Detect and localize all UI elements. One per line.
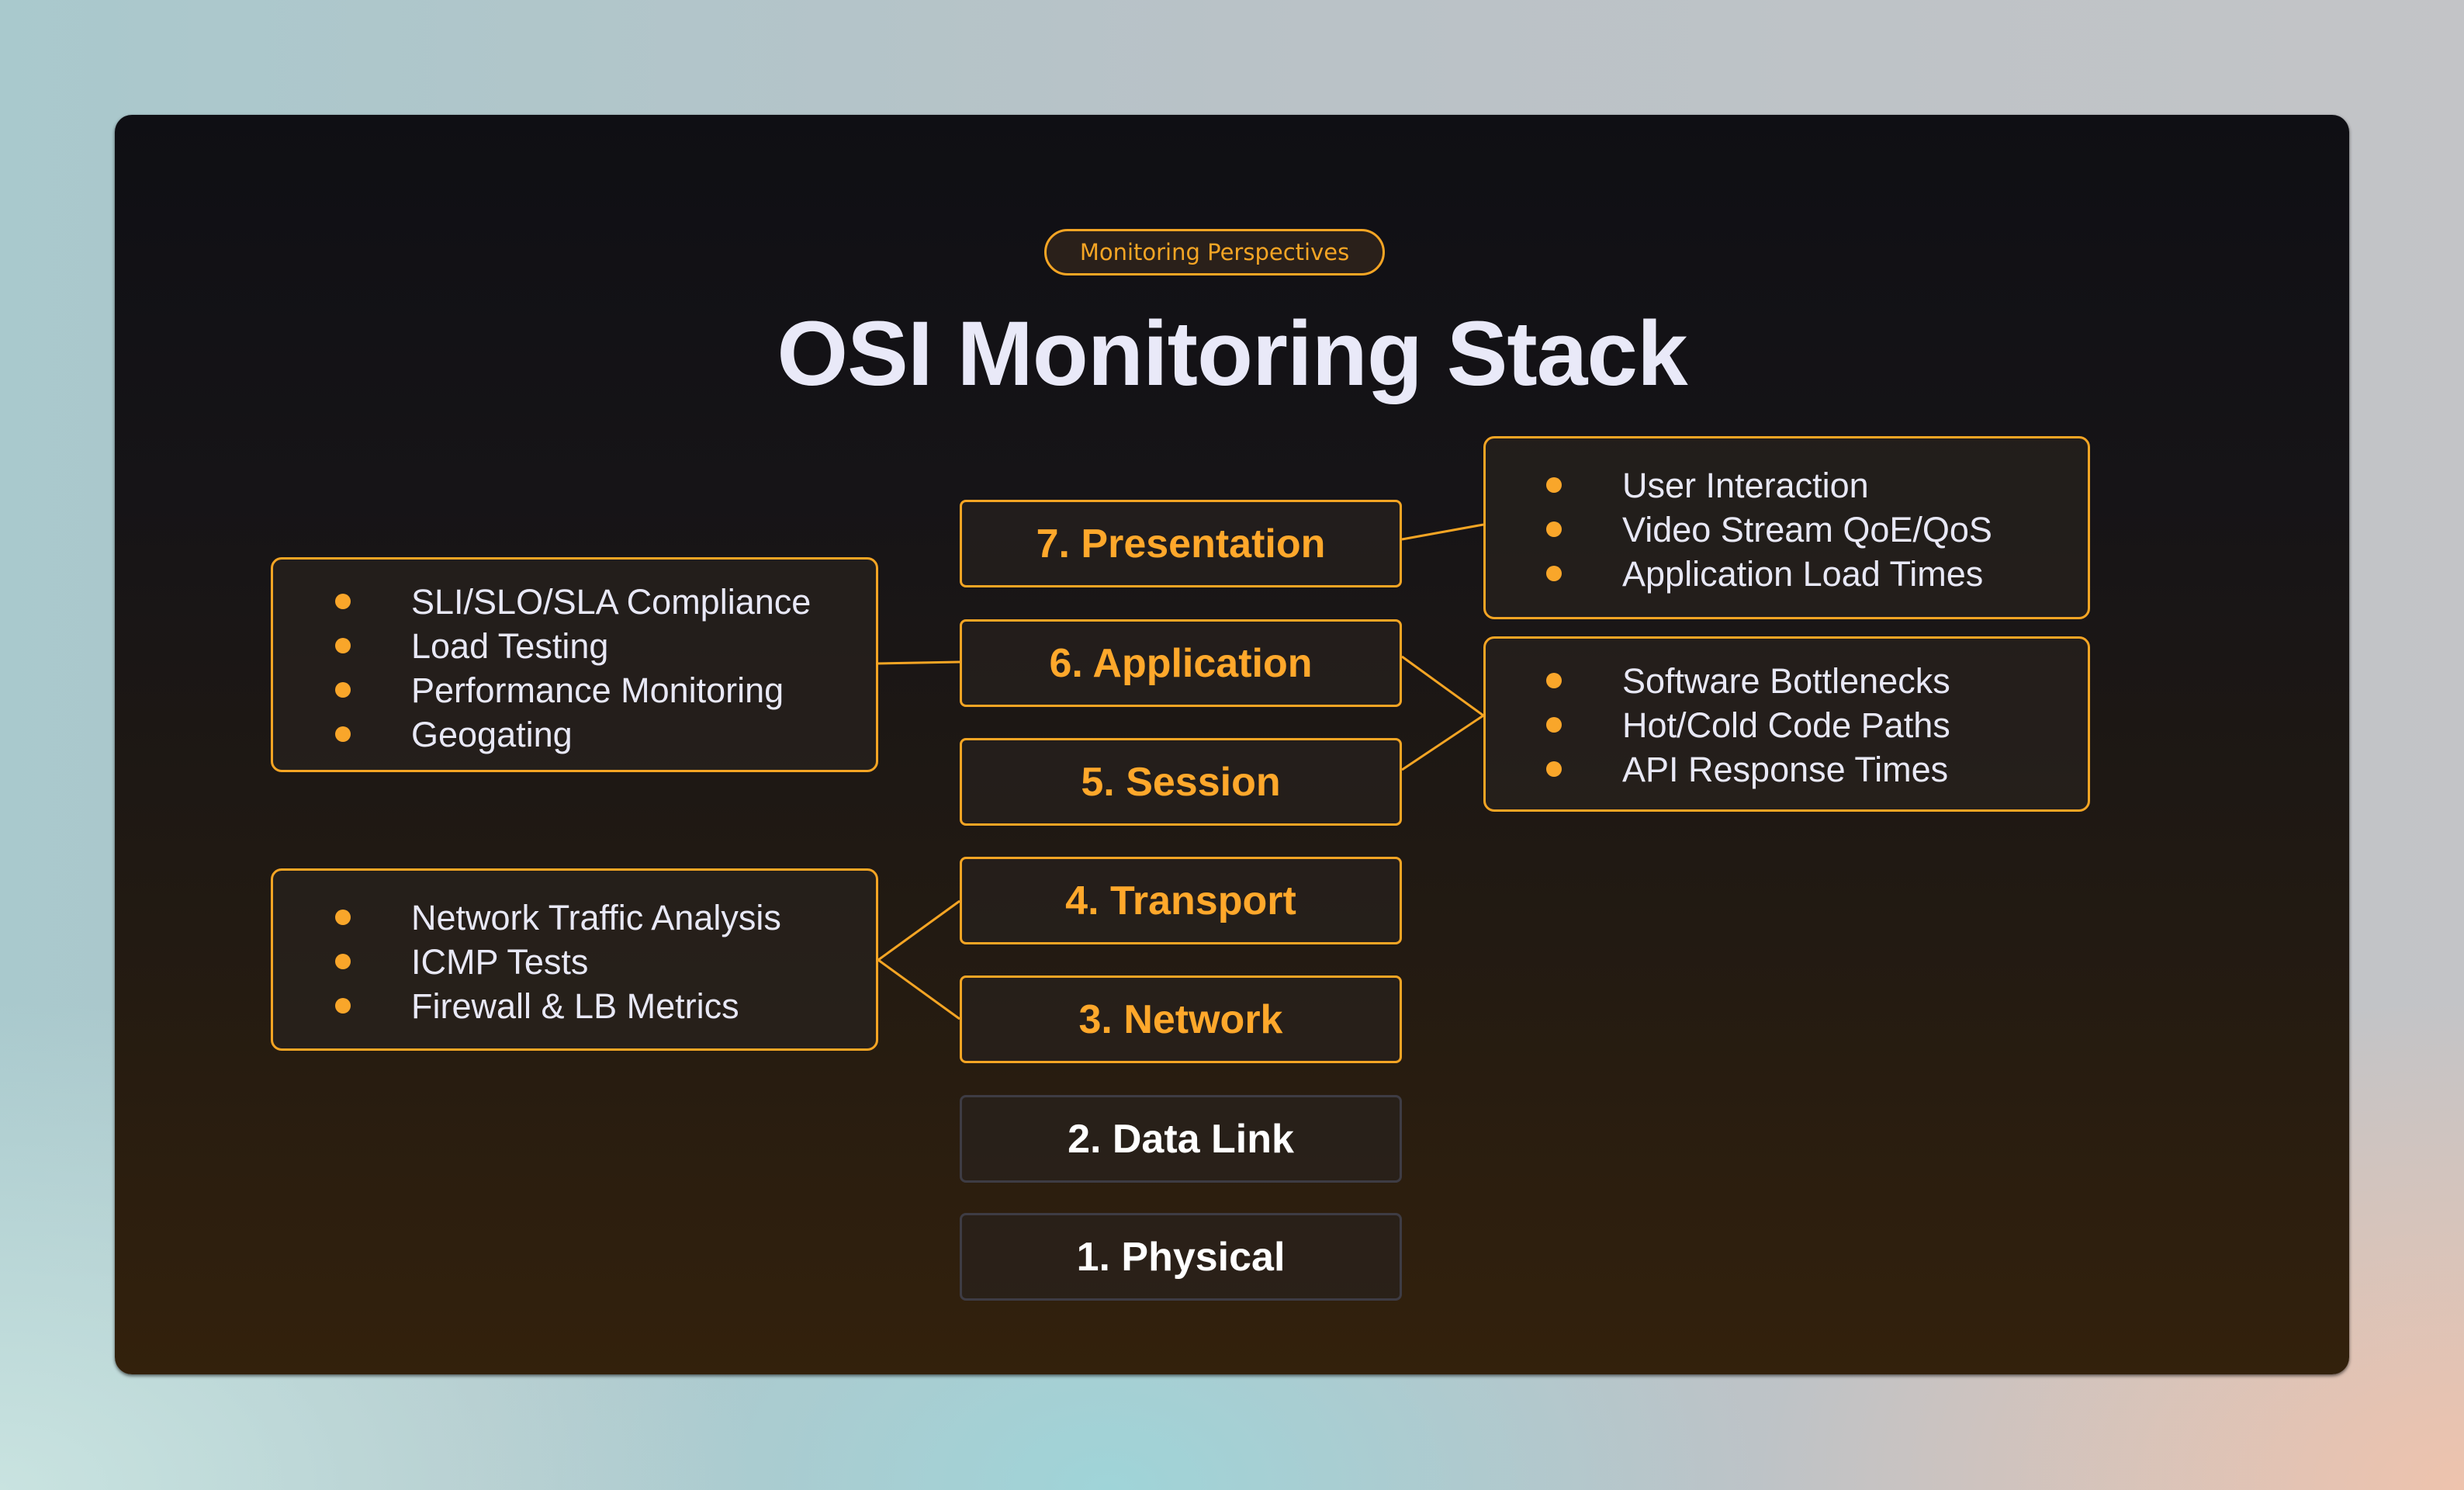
connector-right-session — [1401, 714, 1484, 771]
list-item-text: User Interaction — [1622, 466, 1869, 505]
bullet-icon — [335, 682, 351, 698]
layer-label: 5. Session — [1081, 759, 1281, 805]
bullet-icon — [335, 594, 351, 609]
bullet-icon — [1546, 566, 1562, 581]
bullet-icon — [1546, 673, 1562, 688]
list-item: SLI/SLO/SLA Compliance — [273, 580, 876, 624]
layer-physical: 1. Physical — [960, 1213, 1402, 1301]
layer-data-link: 2. Data Link — [960, 1095, 1402, 1183]
list-item: API Response Times — [1486, 747, 2088, 792]
list-item-text: Network Traffic Analysis — [411, 898, 781, 937]
list-item: Network Traffic Analysis — [273, 896, 876, 940]
list-item: User Interaction — [1486, 463, 2088, 508]
list-item: ICMP Tests — [273, 940, 876, 984]
bullet-icon — [335, 910, 351, 925]
list-item: Hot/Cold Code Paths — [1486, 703, 2088, 747]
bullet-list: Software Bottlenecks Hot/Cold Code Paths… — [1486, 659, 2088, 792]
callout-right-presentation: User Interaction Video Stream QoE/QoS Ap… — [1483, 436, 2090, 619]
bullet-icon — [335, 726, 351, 742]
list-item-text: ICMP Tests — [411, 942, 589, 982]
list-item-text: Software Bottlenecks — [1622, 661, 1950, 701]
list-item-text: Firewall & LB Metrics — [411, 986, 739, 1026]
bullet-icon — [335, 998, 351, 1014]
callout-left-network: Network Traffic Analysis ICMP Tests Fire… — [271, 868, 878, 1051]
list-item-text: Hot/Cold Code Paths — [1622, 705, 1950, 745]
connector-left-network — [877, 958, 960, 1020]
layer-transport: 4. Transport — [960, 857, 1402, 944]
layer-label: 2. Data Link — [1068, 1116, 1294, 1162]
list-item: Software Bottlenecks — [1486, 659, 2088, 703]
bullet-icon — [1546, 522, 1562, 537]
list-item-text: Performance Monitoring — [411, 670, 784, 710]
section-badge: Monitoring Perspectives — [1044, 229, 1385, 275]
bullet-list: Network Traffic Analysis ICMP Tests Fire… — [273, 896, 876, 1028]
list-item: Load Testing — [273, 624, 876, 668]
layer-label: 3. Network — [1078, 996, 1283, 1042]
connector-right-application — [1401, 655, 1484, 717]
layer-session: 5. Session — [960, 738, 1402, 826]
bullet-icon — [1546, 761, 1562, 777]
layer-label: 6. Application — [1049, 640, 1313, 686]
page-title: OSI Monitoring Stack — [777, 303, 1687, 405]
connector-right-presentation — [1401, 523, 1484, 541]
list-item-text: Video Stream QoE/QoS — [1622, 510, 1992, 549]
connector-left-transport — [877, 899, 960, 962]
bullet-icon — [1546, 717, 1562, 733]
layer-application: 6. Application — [960, 619, 1402, 707]
layer-presentation: 7. Presentation — [960, 500, 1402, 587]
list-item: Video Stream QoE/QoS — [1486, 508, 2088, 552]
list-item: Geogating — [273, 712, 876, 757]
connector-left-application — [877, 660, 960, 665]
list-item: Firewall & LB Metrics — [273, 984, 876, 1028]
bullet-icon — [335, 954, 351, 969]
bullet-icon — [335, 638, 351, 653]
slide-card: Monitoring Perspectives OSI Monitoring S… — [115, 115, 2349, 1374]
list-item-text: Geogating — [411, 715, 573, 754]
bullet-icon — [1546, 477, 1562, 493]
list-item: Application Load Times — [1486, 552, 2088, 596]
layer-network: 3. Network — [960, 975, 1402, 1063]
list-item: Performance Monitoring — [273, 668, 876, 712]
list-item-text: SLI/SLO/SLA Compliance — [411, 582, 812, 622]
callout-right-application: Software Bottlenecks Hot/Cold Code Paths… — [1483, 636, 2090, 812]
bullet-list: SLI/SLO/SLA Compliance Load Testing Perf… — [273, 580, 876, 757]
list-item-text: API Response Times — [1622, 750, 1949, 789]
callout-left-application: SLI/SLO/SLA Compliance Load Testing Perf… — [271, 557, 878, 772]
bullet-list: User Interaction Video Stream QoE/QoS Ap… — [1486, 463, 2088, 596]
layer-label: 7. Presentation — [1036, 521, 1326, 567]
list-item-text: Load Testing — [411, 626, 609, 666]
layer-label: 1. Physical — [1076, 1234, 1286, 1280]
layer-label: 4. Transport — [1065, 878, 1296, 923]
list-item-text: Application Load Times — [1622, 554, 1984, 594]
